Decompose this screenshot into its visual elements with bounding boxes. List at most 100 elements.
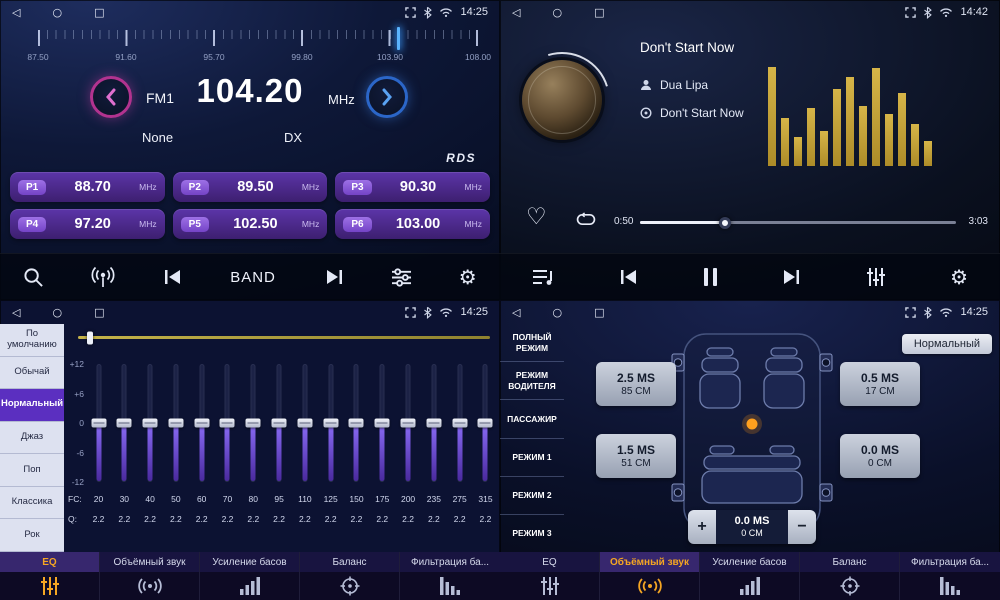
broadcast-antenna-icon[interactable]	[91, 266, 115, 288]
slider-knob[interactable]	[478, 419, 493, 428]
eq-preset-item[interactable]: Обычай	[0, 357, 64, 390]
band-button[interactable]: BAND	[230, 269, 276, 286]
home-icon[interactable]: ○	[552, 307, 562, 318]
next-track-icon[interactable]	[780, 268, 802, 286]
eq-preset-item[interactable]: По умолчанию	[0, 324, 64, 357]
radio-preset-button[interactable]: P390.30MHz	[335, 172, 490, 202]
eq-band-slider[interactable]	[193, 364, 210, 482]
slider-knob[interactable]	[117, 419, 132, 428]
delay-rear-left[interactable]: 1.5 MS 51 CM	[596, 434, 676, 478]
eq-band-slider[interactable]	[425, 364, 442, 482]
eq-band-slider[interactable]	[90, 364, 107, 482]
playlist-icon[interactable]	[532, 268, 554, 286]
eq-band-slider[interactable]	[167, 364, 184, 482]
decrease-button[interactable]: −	[788, 510, 816, 544]
tune-sliders-icon[interactable]	[391, 268, 412, 287]
slider-knob[interactable]	[323, 419, 338, 428]
slider-knob[interactable]	[401, 419, 416, 428]
listening-mode-item[interactable]: РЕЖИМ 1	[500, 439, 564, 477]
eq-preset-item[interactable]: Поп	[0, 454, 64, 487]
master-level-slider[interactable]	[78, 336, 490, 339]
recents-icon[interactable]: □	[594, 307, 604, 318]
slider-knob[interactable]	[452, 419, 467, 428]
eq-band-slider[interactable]	[271, 364, 288, 482]
pause-icon[interactable]	[704, 268, 717, 286]
master-level-knob[interactable]	[87, 331, 93, 344]
tab-filter[interactable]: Фильтрация ба...	[400, 552, 500, 600]
listening-mode-item[interactable]: РЕЖИМ 2	[500, 477, 564, 515]
eq-preset-item[interactable]: Джаз	[0, 422, 64, 455]
tab-bass[interactable]: Усиление басов	[700, 552, 800, 600]
seek-up-button[interactable]	[366, 76, 408, 118]
tab-balance[interactable]: Баланс	[800, 552, 900, 600]
slider-knob[interactable]	[246, 419, 261, 428]
frequency-ruler[interactable]	[38, 30, 478, 50]
slider-knob[interactable]	[297, 419, 312, 428]
sound-profile-button[interactable]: Нормальный	[902, 334, 992, 354]
slider-knob[interactable]	[143, 419, 158, 428]
delay-front-left[interactable]: 2.5 MS 85 CM	[596, 362, 676, 406]
listening-mode-item[interactable]: ПАССАЖИР	[500, 400, 564, 438]
eq-preset-item[interactable]: Рок	[0, 519, 64, 552]
back-icon[interactable]: ◁	[512, 307, 520, 318]
settings-gear-icon[interactable]: ⚙	[950, 267, 968, 287]
back-icon[interactable]: ◁	[512, 7, 520, 18]
scan-search-icon[interactable]	[23, 267, 44, 288]
radio-preset-button[interactable]: P5102.50MHz	[173, 209, 328, 239]
slider-knob[interactable]	[168, 419, 183, 428]
progress-bar[interactable]	[640, 221, 956, 224]
slider-knob[interactable]	[349, 419, 364, 428]
recents-icon[interactable]: □	[94, 307, 104, 318]
listening-mode-item[interactable]: ПОЛНЫЙ РЕЖИМ	[500, 324, 564, 362]
slider-knob[interactable]	[375, 419, 390, 428]
slider-knob[interactable]	[272, 419, 287, 428]
recents-icon[interactable]: □	[94, 7, 104, 18]
eq-sliders-icon[interactable]	[866, 267, 886, 287]
eq-preset-item[interactable]: Классика	[0, 487, 64, 520]
tab-balance[interactable]: Баланс	[300, 552, 400, 600]
slider-knob[interactable]	[426, 419, 441, 428]
home-icon[interactable]: ○	[52, 7, 62, 18]
previous-track-icon[interactable]	[618, 268, 640, 286]
eq-band-slider[interactable]	[116, 364, 133, 482]
home-icon[interactable]: ○	[552, 7, 562, 18]
tab-bass[interactable]: Усиление басов	[200, 552, 300, 600]
eq-band-slider[interactable]	[245, 364, 262, 482]
radio-preset-button[interactable]: P6103.00MHz	[335, 209, 490, 239]
listening-mode-item[interactable]: РЕЖИМ 3	[500, 515, 564, 552]
back-icon[interactable]: ◁	[12, 307, 20, 318]
eq-band-slider[interactable]	[322, 364, 339, 482]
previous-station-icon[interactable]	[162, 268, 184, 286]
slider-knob[interactable]	[220, 419, 235, 428]
tab-surround[interactable]: Объёмный звук	[600, 552, 700, 600]
settings-gear-icon[interactable]: ⚙	[459, 267, 477, 287]
tab-filter[interactable]: Фильтрация ба...	[900, 552, 1000, 600]
slider-knob[interactable]	[194, 419, 209, 428]
eq-band-slider[interactable]	[451, 364, 468, 482]
delay-front-right[interactable]: 0.5 MS 17 CM	[840, 362, 920, 406]
radio-preset-button[interactable]: P188.70MHz	[10, 172, 165, 202]
tab-eq[interactable]: EQ	[500, 552, 600, 600]
eq-band-slider[interactable]	[374, 364, 391, 482]
eq-band-slider[interactable]	[400, 364, 417, 482]
radio-preset-button[interactable]: P497.20MHz	[10, 209, 165, 239]
band-indicator[interactable]: FM1	[146, 90, 174, 106]
eq-band-slider[interactable]	[142, 364, 159, 482]
tab-surround[interactable]: Объёмный звук	[100, 552, 200, 600]
dx-mode-indicator[interactable]: DX	[284, 130, 302, 145]
delay-rear-right[interactable]: 0.0 MS 0 CM	[840, 434, 920, 478]
seek-down-button[interactable]	[90, 76, 132, 118]
listening-mode-item[interactable]: РЕЖИМ ВОДИТЕЛЯ	[500, 362, 564, 400]
eq-band-slider[interactable]	[219, 364, 236, 482]
favorite-heart-icon[interactable]: ♡	[526, 206, 547, 229]
progress-knob[interactable]	[719, 217, 731, 229]
repeat-icon[interactable]	[574, 212, 598, 227]
increase-button[interactable]: +	[688, 510, 716, 544]
eq-preset-item[interactable]: Нормальный	[0, 389, 64, 422]
radio-preset-button[interactable]: P289.50MHz	[173, 172, 328, 202]
eq-band-slider[interactable]	[477, 364, 494, 482]
eq-band-slider[interactable]	[296, 364, 313, 482]
tab-eq[interactable]: EQ	[0, 552, 100, 600]
album-art[interactable]	[522, 60, 602, 140]
eq-band-slider[interactable]	[348, 364, 365, 482]
